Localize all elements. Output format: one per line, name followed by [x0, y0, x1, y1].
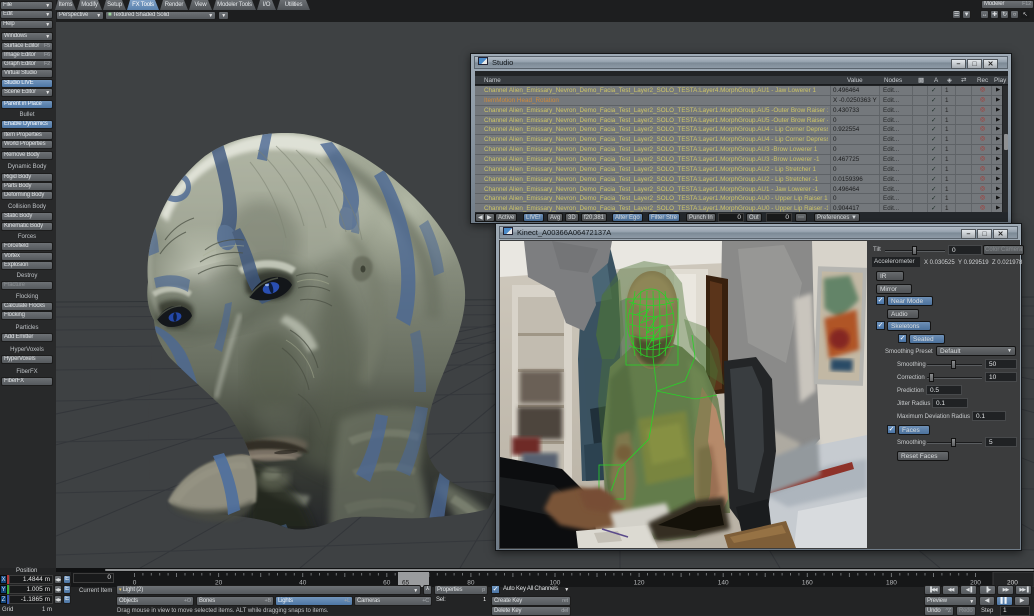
- svg-text:180: 180: [886, 580, 897, 587]
- svg-text:160: 160: [802, 580, 813, 587]
- svg-text:140: 140: [718, 580, 729, 587]
- svg-text:120: 120: [634, 580, 645, 587]
